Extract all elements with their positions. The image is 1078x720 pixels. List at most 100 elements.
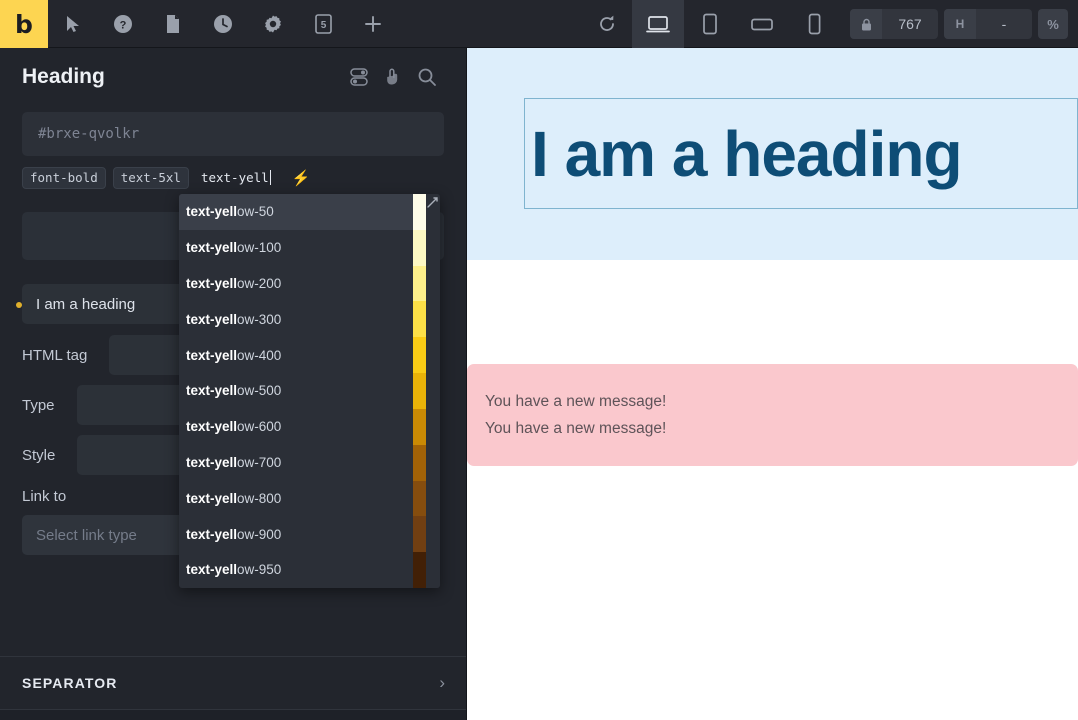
panel-footer <box>0 710 466 720</box>
pointer-icon[interactable] <box>48 0 98 48</box>
refresh-icon[interactable] <box>582 0 632 48</box>
history-icon[interactable] <box>198 0 248 48</box>
resize-handle-icon[interactable] <box>425 195 439 209</box>
device-tablet-portrait-button[interactable] <box>684 0 736 48</box>
link-type-placeholder: Select link type <box>36 526 137 544</box>
toggles-icon[interactable] <box>342 60 376 94</box>
help-icon[interactable]: ? <box>98 0 148 48</box>
color-swatch-strip <box>413 194 426 588</box>
autocomplete-item-rest: ow-950 <box>237 562 282 578</box>
autocomplete-item[interactable]: text-yell ow-950 <box>179 552 426 588</box>
field-label-link-to: Link to <box>22 487 67 505</box>
page-title: Heading <box>22 65 105 88</box>
element-id-input[interactable]: #brxe-qvolkr <box>22 112 444 156</box>
autocomplete-item[interactable]: text-yell ow-900 <box>179 516 426 552</box>
separator-section-header[interactable]: SEPARATOR › <box>0 656 466 710</box>
css-icon[interactable]: 5 <box>298 0 348 48</box>
autocomplete-item[interactable]: text-yell ow-400 <box>179 337 426 373</box>
class-pill[interactable]: font-bold <box>22 167 106 189</box>
lightning-icon[interactable]: ⚡ <box>292 169 311 187</box>
autocomplete-item-rest: ow-900 <box>237 526 282 542</box>
autocomplete-item[interactable]: text-yell ow-700 <box>179 445 426 481</box>
text-caret <box>269 170 271 185</box>
app-logo[interactable]: b <box>0 0 48 48</box>
autocomplete-item-match: text-yell <box>186 240 238 256</box>
viewport-height-control[interactable]: H - <box>944 9 1032 39</box>
element-id-value: #brxe-qvolkr <box>38 126 140 142</box>
device-desktop-button[interactable] <box>632 0 684 48</box>
class-pill[interactable]: text-5xl <box>112 167 189 189</box>
autocomplete-item[interactable]: text-yell ow-50 <box>179 194 426 230</box>
interactions-icon[interactable] <box>376 60 410 94</box>
height-icon: H <box>944 9 976 39</box>
autocomplete-item-match: text-yell <box>186 311 238 327</box>
plus-icon[interactable] <box>348 0 398 48</box>
settings-icon[interactable] <box>248 0 298 48</box>
device-tablet-landscape-button[interactable] <box>736 0 788 48</box>
search-icon[interactable] <box>410 60 444 94</box>
color-swatch <box>413 408 426 445</box>
autocomplete-item[interactable]: text-yell ow-800 <box>179 480 426 516</box>
modified-dot-icon <box>16 302 22 308</box>
autocomplete-item-match: text-yell <box>186 204 238 220</box>
viewport-width-control[interactable]: 767 <box>850 9 938 39</box>
autocomplete-item[interactable]: text-yell ow-100 <box>179 230 426 266</box>
css-classes-input[interactable]: font-bold text-5xl text-yell ⚡ <box>22 166 444 190</box>
field-label-style: Style <box>22 446 56 464</box>
autocomplete-item-match: text-yell <box>186 383 238 399</box>
page-canvas[interactable]: I am a heading You have a new message! Y… <box>467 48 1078 720</box>
autocomplete-item-match: text-yell <box>186 347 238 363</box>
autocomplete-item[interactable]: text-yell ow-200 <box>179 266 426 302</box>
lock-icon[interactable] <box>850 9 882 39</box>
page-icon[interactable] <box>148 0 198 48</box>
autocomplete-item[interactable]: text-yell ow-500 <box>179 373 426 409</box>
autocomplete-item-rest: ow-50 <box>237 204 274 220</box>
svg-text:?: ? <box>120 20 127 32</box>
color-swatch <box>413 516 426 553</box>
message-line: You have a new message! <box>485 393 667 410</box>
autocomplete-item-match: text-yell <box>186 526 238 542</box>
autocomplete-item-rest: ow-400 <box>237 347 282 363</box>
color-swatch <box>413 444 426 481</box>
viewport-width-value[interactable]: 767 <box>882 9 938 39</box>
class-autocomplete-dropdown[interactable]: text-yell ow-50 text-yell ow-100 text-yell ow… <box>179 194 440 588</box>
color-swatch <box>413 480 426 517</box>
separator-label: SEPARATOR <box>22 675 118 691</box>
canvas-heading-text: I am a heading <box>531 117 963 190</box>
dropdown-scrollbar[interactable] <box>426 194 440 588</box>
class-input-typing[interactable]: text-yell <box>196 167 279 189</box>
svg-text:5: 5 <box>320 20 326 31</box>
color-swatch <box>413 265 426 302</box>
autocomplete-item-match: text-yell <box>186 275 238 291</box>
autocomplete-item-match: text-yell <box>186 562 238 578</box>
top-toolbar: b ? 5 767 H - % <box>0 0 1078 48</box>
autocomplete-item-rest: ow-200 <box>237 275 282 291</box>
hero-section[interactable]: I am a heading <box>467 48 1078 260</box>
panel-header: Heading <box>0 48 466 106</box>
color-swatch <box>413 229 426 266</box>
autocomplete-item-match: text-yell <box>186 419 238 435</box>
field-label-type: Type <box>22 396 55 414</box>
color-swatch <box>413 337 426 374</box>
autocomplete-item-rest: ow-600 <box>237 419 282 435</box>
viewport-height-value[interactable]: - <box>976 9 1032 39</box>
class-input-value: text-yell <box>200 170 269 185</box>
autocomplete-item-match: text-yell <box>186 490 238 506</box>
autocomplete-item-rest: ow-700 <box>237 454 282 470</box>
chevron-right-icon: › <box>439 673 445 692</box>
autocomplete-list[interactable]: text-yell ow-50 text-yell ow-100 text-yell ow… <box>179 194 426 588</box>
device-mobile-button[interactable] <box>788 0 840 48</box>
heading-element-selected[interactable]: I am a heading <box>524 98 1078 209</box>
color-swatch <box>413 552 426 588</box>
autocomplete-item-rest: ow-300 <box>237 311 282 327</box>
zoom-percent-control[interactable]: % <box>1038 9 1068 39</box>
autocomplete-item[interactable]: text-yell ow-600 <box>179 409 426 445</box>
message-line: You have a new message! <box>485 420 667 437</box>
autocomplete-item-rest: ow-800 <box>237 490 282 506</box>
percent-icon: % <box>1038 9 1068 39</box>
message-box[interactable]: You have a new message! You have a new m… <box>467 364 1078 466</box>
autocomplete-item[interactable]: text-yell ow-300 <box>179 301 426 337</box>
autocomplete-item-rest: ow-500 <box>237 383 282 399</box>
heading-text-value: I am a heading <box>36 295 136 313</box>
